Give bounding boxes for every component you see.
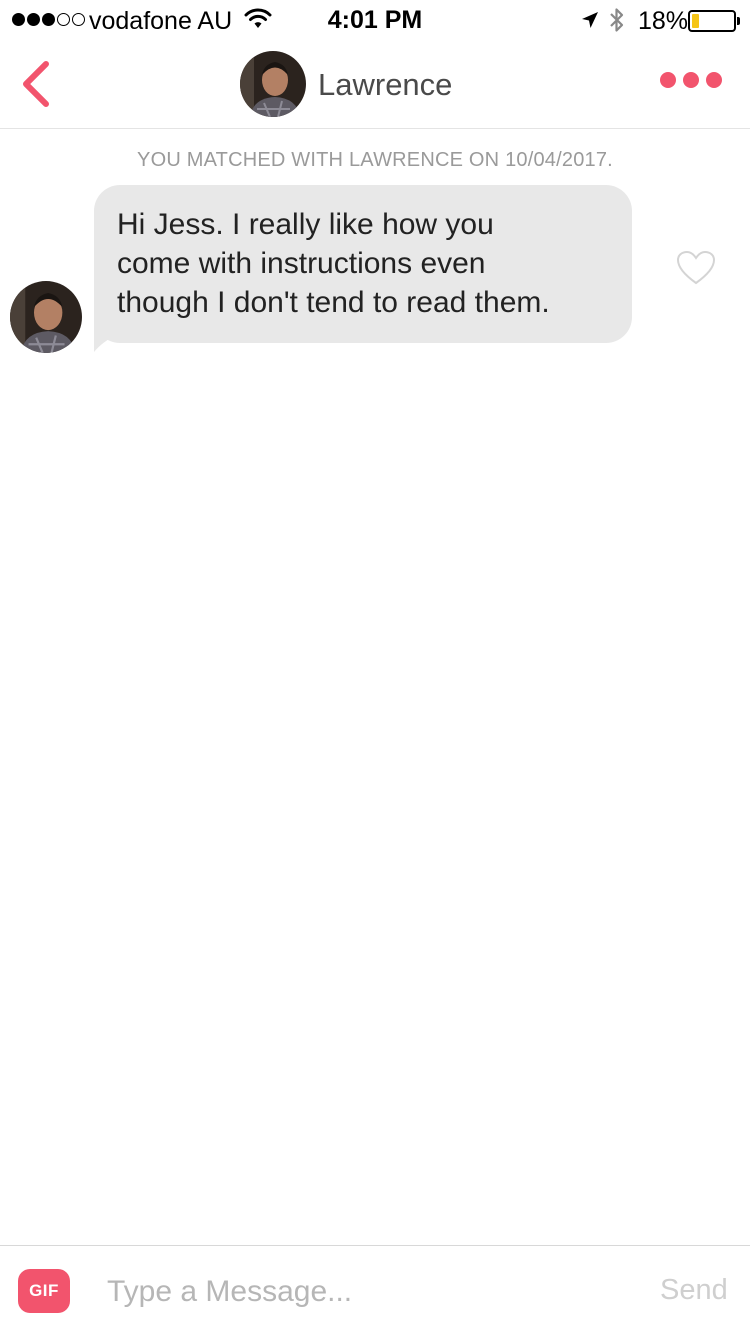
avatar-photo [240, 51, 306, 117]
message-bubble[interactable]: Hi Jess. I really like how you come with… [94, 185, 632, 343]
chevron-left-icon[interactable] [16, 58, 56, 110]
more-dot [660, 72, 676, 88]
battery-level-fill [692, 14, 699, 28]
message-composer: GIF Send [0, 1245, 750, 1334]
more-dot [683, 72, 699, 88]
bluetooth-icon [610, 8, 624, 32]
message-input[interactable] [96, 1264, 616, 1320]
heart-icon[interactable] [676, 250, 716, 286]
battery-percent: 18% [638, 7, 689, 35]
match-notice: YOU MATCHED WITH LAWRENCE ON 10/04/2017. [137, 149, 613, 171]
battery-cap [737, 17, 740, 25]
more-dots-icon[interactable] [660, 72, 722, 88]
more-dot [706, 72, 722, 88]
status-bar: vodafone AU 4:01 PM 18% [0, 0, 750, 40]
gif-button[interactable]: GIF [18, 1269, 70, 1313]
contact-name[interactable]: Lawrence [318, 67, 452, 103]
message-line: though I don't tend to read them. [117, 286, 550, 319]
contact-avatar[interactable] [240, 51, 306, 117]
battery-icon [688, 10, 736, 32]
send-button[interactable]: Send [660, 1274, 728, 1307]
avatar-photo [10, 281, 82, 353]
location-arrow-icon [582, 12, 598, 28]
message-sender-avatar[interactable] [10, 281, 82, 353]
chat-header: Lawrence [0, 40, 750, 129]
message-line: come with instructions even [117, 247, 486, 280]
message-line: Hi Jess. I really like how you [117, 208, 494, 241]
